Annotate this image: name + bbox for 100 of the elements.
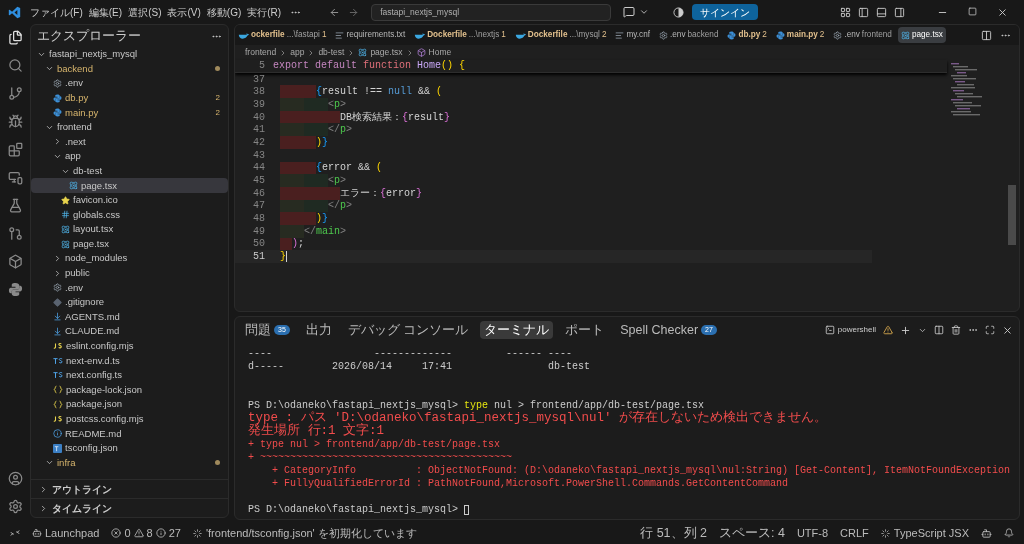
file-row[interactable]: AGENTS.md	[31, 309, 228, 325]
panel-tab[interactable]: 出力	[301, 321, 336, 339]
bell-icon[interactable]	[1004, 528, 1014, 538]
file-row[interactable]: tsconfig.json	[31, 441, 228, 456]
section-header[interactable]: アウトライン	[31, 479, 228, 498]
editor-tab[interactable]: Dockerfile ...\mysql 2	[511, 27, 610, 43]
editor-tab[interactable]: .env frontend	[830, 27, 895, 43]
sidebar-toggle-icon[interactable]	[858, 6, 869, 18]
folder-row[interactable]: public	[31, 265, 228, 281]
account-icon[interactable]	[7, 471, 23, 486]
folder-row[interactable]: frontend	[31, 119, 228, 135]
folder-row[interactable]: db-test	[31, 163, 228, 179]
file-row[interactable]: main.py 2	[31, 105, 228, 120]
status-item[interactable]: スペース: 4	[719, 523, 785, 543]
folder-row[interactable]: backend	[31, 61, 228, 77]
maximize-icon[interactable]	[985, 325, 995, 335]
file-row[interactable]: package-lock.json	[31, 382, 228, 398]
split-icon[interactable]	[934, 325, 944, 335]
copilot-icon[interactable]	[981, 527, 992, 539]
file-row[interactable]: .env	[31, 76, 228, 91]
editor-tab[interactable]: Dockerfile ...\nextjs 1	[411, 27, 509, 43]
panel-tab[interactable]: ポート	[561, 321, 609, 339]
breadcrumb[interactable]: Home	[428, 46, 452, 59]
close-icon[interactable]	[997, 6, 1008, 18]
scrollbar-thumb[interactable]	[1008, 185, 1016, 245]
file-row[interactable]: db.py 2	[31, 90, 228, 106]
folder-row[interactable]: fastapi_nextjs_mysql	[31, 47, 228, 62]
breadcrumb[interactable]: app	[290, 46, 305, 59]
menu-item[interactable]: 選択(S)	[128, 4, 162, 20]
status-item[interactable]: TypeScript JSX	[880, 524, 969, 542]
panel-toggle-icon[interactable]	[876, 6, 887, 18]
panel-tab[interactable]: ターミナル	[480, 321, 554, 339]
status-item[interactable]: 行 51、列 2	[640, 523, 707, 543]
file-row[interactable]: next.config.ts	[31, 368, 228, 383]
file-row[interactable]: CLAUDE.md	[31, 324, 228, 339]
secondary-sidebar-icon[interactable]	[894, 6, 905, 18]
search-icon[interactable]	[7, 58, 23, 73]
breadcrumb[interactable]: page.tsx	[370, 46, 403, 59]
editor-tab[interactable]: page.tsx	[897, 27, 946, 43]
pull-request-icon[interactable]	[7, 226, 23, 241]
file-row[interactable]: globals.css	[31, 207, 228, 223]
panel-tab[interactable]: デバッグ コンソール	[343, 321, 473, 339]
status-item[interactable]: CRLF	[840, 524, 869, 542]
sign-in-button[interactable]: サインイン	[692, 4, 759, 20]
menu-item[interactable]: ファイル(F)	[30, 4, 83, 20]
file-row[interactable]: layout.tsx	[31, 222, 228, 237]
editor-tab[interactable]: ockerfile ...\fastapi 1	[235, 27, 330, 43]
file-row[interactable]: README.md	[31, 426, 228, 442]
flask-icon[interactable]	[7, 198, 23, 213]
file-row[interactable]: favicon.ico	[31, 192, 228, 208]
command-search-field[interactable]: fastapi_nextjs_mysql	[371, 3, 612, 21]
editor-tab[interactable]: requirements.txt	[332, 27, 409, 43]
menu-item[interactable]: 表示(V)	[167, 4, 201, 20]
file-row[interactable]: page.tsx	[31, 236, 228, 252]
file-row[interactable]: next-env.d.ts	[31, 353, 228, 369]
layout-icon[interactable]	[840, 6, 851, 18]
trash-icon[interactable]	[951, 325, 961, 335]
accounts-icon[interactable]	[673, 6, 685, 18]
menu-item[interactable]: 移動(G)	[206, 4, 242, 20]
launchpad-button[interactable]: Launchpad	[32, 524, 100, 542]
add-icon[interactable]	[900, 324, 911, 336]
branch-icon[interactable]	[7, 86, 23, 101]
back-icon[interactable]	[329, 6, 341, 18]
folder-row[interactable]: .next	[31, 134, 228, 150]
breadcrumb[interactable]: frontend	[245, 46, 277, 59]
editor-tab[interactable]: db.py 2	[724, 27, 770, 43]
restore-icon[interactable]	[968, 6, 977, 16]
settings-icon[interactable]	[7, 499, 23, 514]
menu-item[interactable]: 実行(R)	[247, 4, 282, 20]
forward-icon[interactable]	[348, 6, 360, 18]
section-header[interactable]: タイムライン	[31, 498, 228, 517]
extensions-icon[interactable]	[7, 142, 23, 157]
file-row[interactable]: package.json	[31, 397, 228, 412]
file-row[interactable]: page.tsx	[31, 178, 228, 193]
cube-icon[interactable]	[7, 254, 23, 269]
editor-tab[interactable]: main.py 2	[772, 27, 828, 43]
chat-icon[interactable]	[623, 6, 636, 18]
menu-item[interactable]: 編集(E)	[88, 4, 123, 20]
file-row[interactable]: eslint.config.mjs	[31, 338, 228, 354]
close-icon[interactable]	[1002, 324, 1013, 336]
folder-row[interactable]: infra	[31, 455, 228, 471]
folder-row[interactable]: node_modules	[31, 251, 228, 266]
terminal-profile[interactable]: powershell	[824, 324, 876, 336]
folder-row[interactable]: app	[31, 149, 228, 164]
problems-button[interactable]: 0 8 27	[111, 524, 181, 542]
status-item[interactable]: UTF-8	[796, 524, 829, 542]
debug-icon[interactable]	[7, 114, 23, 129]
file-row[interactable]: .gitignore	[31, 295, 228, 310]
section-title: タイムライン	[52, 501, 112, 516]
split-editor-icon[interactable]	[981, 29, 992, 41]
warning-icon[interactable]	[883, 325, 893, 335]
file-row[interactable]: postcss.config.mjs	[31, 411, 228, 427]
editor-tab[interactable]: .env backend	[656, 27, 722, 43]
file-row[interactable]: .env	[31, 280, 228, 296]
files-icon[interactable]	[7, 30, 23, 45]
editor-tab[interactable]: my.cnf	[612, 27, 653, 43]
chevron-down-icon[interactable]	[639, 7, 650, 17]
remote-icon[interactable]	[7, 170, 23, 185]
breadcrumb[interactable]: db-test	[318, 46, 345, 59]
remote-icon[interactable]	[10, 528, 20, 538]
